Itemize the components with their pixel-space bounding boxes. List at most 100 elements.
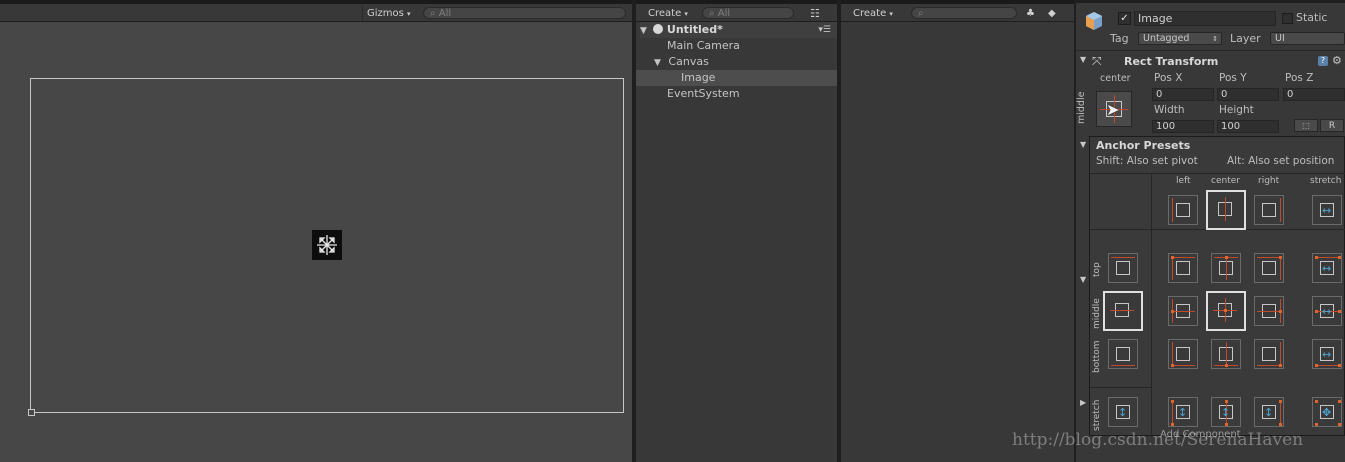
anchor-preset-none-left[interactable] [1168,195,1198,225]
pos-y-label: Pos Y [1219,72,1247,84]
anchor-preset-stretch-none[interactable]: ↕ [1108,397,1138,427]
scene-view[interactable] [0,22,632,462]
anchor-preset-top-center[interactable] [1211,253,1241,283]
height-field[interactable]: 100 [1217,120,1279,133]
foldout-arrow-icon[interactable]: ▶ [1080,398,1086,407]
anchor-guide-line [1257,311,1281,312]
col-label-stretch: stretch [1310,176,1342,186]
anchor-preset-top-left[interactable] [1168,253,1198,283]
raw-edit-button[interactable]: R [1320,119,1344,132]
mouse-cursor-icon: ➤ [1106,100,1120,119]
hierarchy-item-canvas[interactable]: ▼ Canvas [654,54,709,70]
anchor-preset-middle-stretch[interactable]: ↔ [1312,296,1342,326]
row-label-stretch: stretch [1092,399,1102,431]
filter-by-type-icon[interactable]: ♣ [1026,6,1035,21]
hierarchy-search-input[interactable]: ⌕ All [702,7,794,19]
width-field[interactable]: 100 [1152,120,1214,133]
object-name-field[interactable]: Image [1134,11,1276,26]
layer-dropdown[interactable]: UI [1270,32,1345,45]
scene-menu-icon[interactable]: ▾☰ [818,22,831,38]
anchor-point [1338,400,1341,403]
anchor-preset-middle-left[interactable] [1168,296,1198,326]
preset-rect [1176,261,1190,275]
filter-by-label-icon[interactable]: ◆ [1048,6,1056,21]
anchor-guide-line [1280,256,1281,280]
anchor-point [1315,310,1318,313]
divider [1090,173,1345,174]
anchor-preset-stretch-center[interactable]: ↕ [1211,397,1241,427]
anchor-preset-top-right[interactable] [1254,253,1284,283]
gear-icon[interactable]: ⚙ [1332,54,1342,67]
anchor-guide-line [1111,257,1135,258]
hierarchy-item-main-camera[interactable]: Main Camera [667,38,740,54]
anchor-preset-bottom-right[interactable] [1254,339,1284,369]
pos-x-label: Pos X [1154,72,1183,84]
anchor-preset-stretch-right[interactable]: ↕ [1254,397,1284,427]
stretch-vertical-icon: ↕ [1118,406,1128,419]
anchor-point [1279,364,1282,367]
layer-label: Layer [1230,32,1261,45]
anchor-point [1225,423,1228,426]
help-icon[interactable]: ? [1318,56,1328,66]
hierarchy-item-image[interactable]: Image [636,70,837,86]
width-value: 100 [1156,121,1176,132]
blueprint-mode-icon[interactable]: ⬚ [1294,119,1318,132]
watermark: http://blog.csdn.net/SerenaHaven [1012,430,1304,450]
static-checkbox[interactable] [1282,13,1293,24]
anchor-v-text: middle [1076,91,1087,124]
gameobject-cube-icon [1084,10,1104,32]
canvas-corner-handle[interactable] [28,409,35,416]
anchor-preset-bottom-center[interactable] [1211,339,1241,369]
hierarchy-item-eventsystem[interactable]: EventSystem [667,86,740,102]
anchor-guide-line [1172,198,1173,222]
anchor-preset-none-stretch[interactable]: ↔ [1312,195,1342,225]
active-checkbox[interactable]: ✓ [1118,12,1131,25]
anchor-preset-middle-none[interactable] [1103,291,1143,331]
foldout-arrow-icon[interactable]: ▼ [1080,275,1086,284]
pos-z-field[interactable]: 0 [1283,88,1345,101]
anchor-preset-bottom-left[interactable] [1168,339,1198,369]
anchor-preset-middle-center[interactable] [1206,291,1246,331]
anchor-preset-none-center[interactable] [1206,190,1246,230]
anchor-guide-line [1111,365,1135,366]
foldout-arrow-icon[interactable]: ▼ [1080,140,1086,149]
stretch-horizontal-icon: ↔ [1322,204,1332,217]
anchor-guide-line [1172,342,1173,366]
scene-row[interactable]: ▼ Untitled* ▾☰ [640,22,837,38]
anchor-point [1279,400,1282,403]
anchor-guide-line [1171,257,1195,258]
divider [1076,50,1345,51]
anchor-presets-popup: Anchor Presets Shift: Also set pivot Alt… [1089,136,1345,440]
preset-rect [1262,261,1276,275]
gizmos-dropdown[interactable]: Gizmos ▾ [362,6,423,21]
pos-x-field[interactable]: 0 [1152,88,1214,101]
anchor-preset-bottom-stretch[interactable]: ↔ [1312,339,1342,369]
image-object[interactable] [312,230,342,260]
anchor-point [1315,256,1318,259]
project-search-input[interactable]: ⌕ [911,7,1017,19]
anchor-preset-bottom-none[interactable] [1108,339,1138,369]
foldout-arrow-icon[interactable]: ▼ [1080,55,1086,64]
anchor-preset-stretch-left[interactable]: ↕ [1168,397,1198,427]
project-panel [841,22,1074,462]
scene-name: Untitled* [666,23,723,36]
anchor-preset-middle-right[interactable] [1254,296,1284,326]
tag-dropdown[interactable]: Untagged ⇕ [1138,32,1222,45]
project-create-button[interactable]: Create ▾ [853,6,893,21]
anchor-guide-line [1226,342,1227,366]
anchor-preset-top-none[interactable] [1108,253,1138,283]
stretch-horizontal-icon: ↔ [1322,348,1332,361]
anchor-guide-line [1110,310,1134,311]
anchor-point [1171,400,1174,403]
scene-search-input[interactable]: ⌕ All [423,7,626,19]
hierarchy-create-button[interactable]: Create ▾ [648,6,688,21]
hierarchy-options-icon[interactable]: ☷ [810,6,820,21]
anchor-preset-stretch-stretch[interactable]: ✥ [1312,397,1342,427]
pos-y-field[interactable]: 0 [1217,88,1279,101]
hierarchy-item-label: Canvas [668,55,709,68]
anchor-preset-top-stretch[interactable]: ↔ [1312,253,1342,283]
anchor-point [1171,310,1174,313]
stretch-vertical-icon: ↕ [1221,406,1231,419]
anchor-preset-none-right[interactable] [1254,195,1284,225]
anchor-guide-line [1280,400,1281,424]
